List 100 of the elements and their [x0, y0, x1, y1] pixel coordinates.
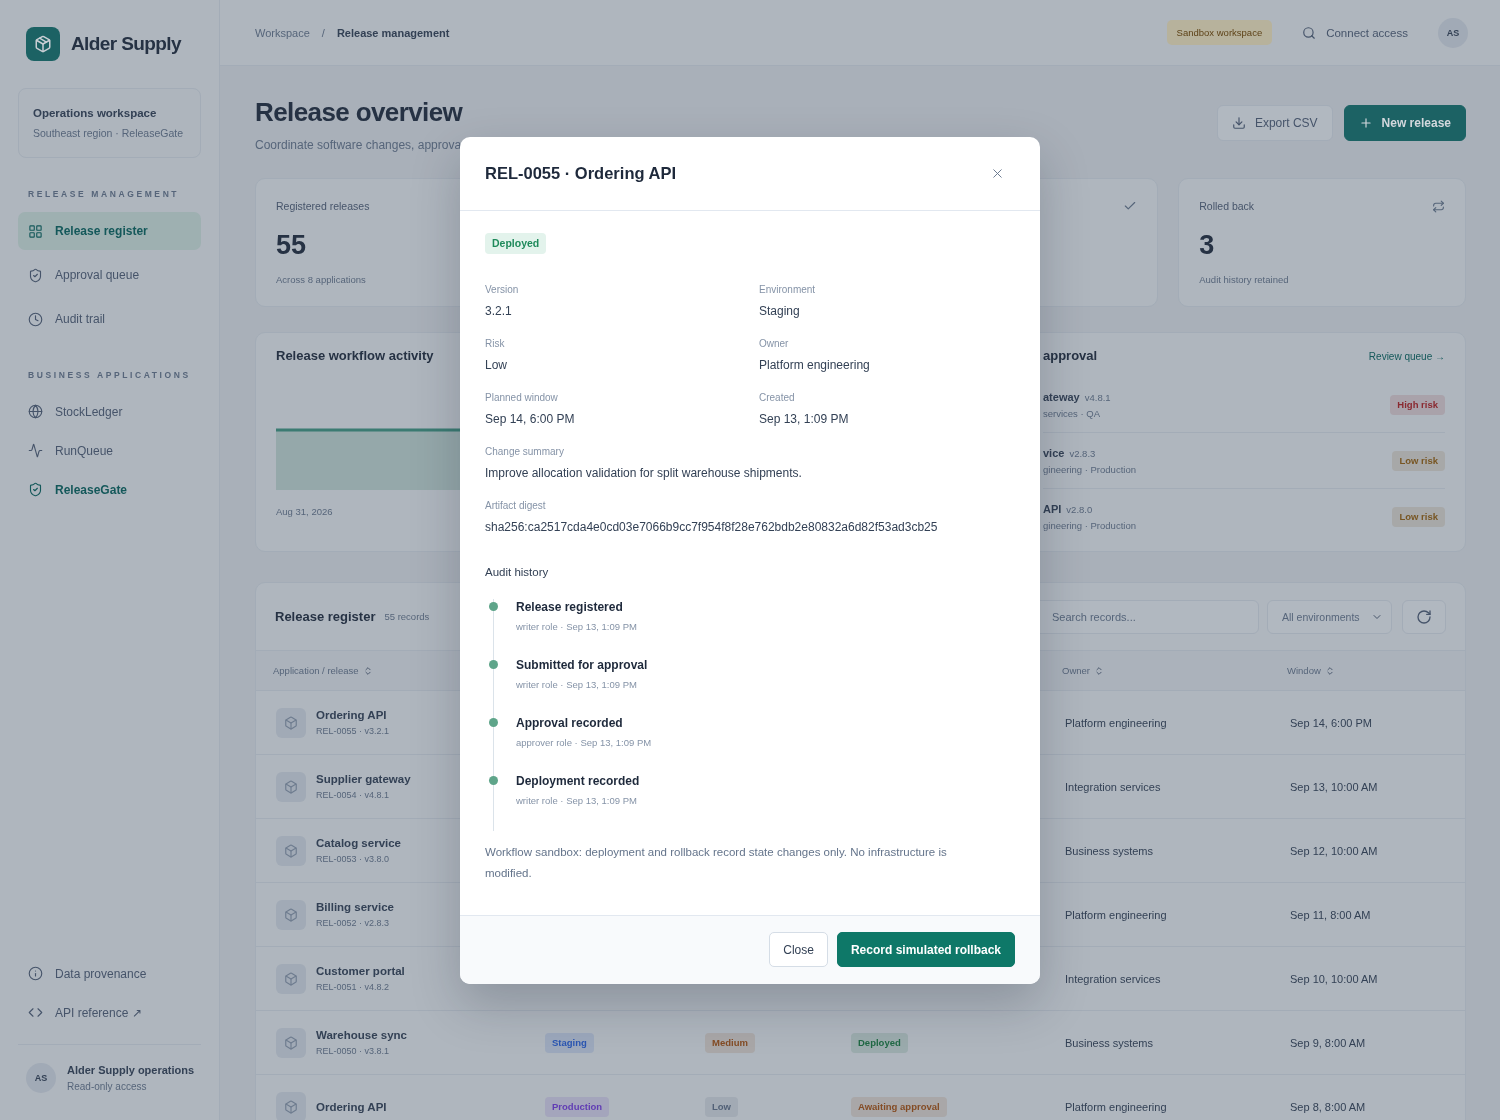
version-label: v4.8.1 — [1084, 390, 1111, 405]
event-meta: writer role · Sep 13, 1:09 PM — [516, 677, 637, 692]
field-value: Sep 13, 1:09 PM — [759, 410, 849, 427]
sort-icon — [1324, 665, 1335, 676]
sidebar-link[interactable]: Data provenance — [18, 957, 201, 990]
logo-icon — [26, 27, 60, 61]
field-label: Change summary — [485, 445, 564, 458]
field-value: Improve allocation validation for split warehouse shipments. — [485, 464, 802, 481]
app-name: Supplier gateway — [316, 772, 411, 786]
app-icon — [276, 899, 306, 930]
rollback-button[interactable]: Record simulated rollback — [836, 932, 1015, 967]
app-name: Catalog service — [316, 836, 401, 850]
sidebar-item-label: ReleaseGate — [55, 482, 128, 497]
clock-icon — [28, 311, 43, 327]
version-label: v2.8.0 — [1066, 503, 1093, 517]
stat-label: Rolled back — [1199, 199, 1255, 213]
sidebar-item[interactable]: Release register — [18, 212, 201, 250]
owner-cell: Business systems — [1065, 844, 1154, 857]
field-label: Risk — [485, 337, 505, 350]
check-icon — [1123, 199, 1138, 213]
shield-icon — [28, 482, 43, 497]
breadcrumb-link[interactable]: Workspace — [255, 26, 310, 39]
event-title: Deployment recorded — [516, 772, 640, 789]
stat-note: Audit history retained — [1199, 274, 1289, 286]
environment-select[interactable]: All environments — [1267, 599, 1392, 634]
workspace-card[interactable]: Operations workspace Southeast region · ReleaseGate — [18, 88, 201, 158]
column-header[interactable]: Window — [1287, 665, 1321, 676]
timeline-dot-icon — [488, 602, 498, 611]
status-badge: Deployed — [851, 1032, 908, 1053]
review-queue-link[interactable]: Review queue → — [1368, 350, 1445, 362]
approval-meta: gineering · Production — [1043, 520, 1136, 532]
avatar: AS — [26, 1063, 56, 1093]
field-value: Staging — [759, 302, 800, 319]
workspace-title: Operations workspace — [33, 106, 158, 120]
owner-cell: Platform engineering — [1065, 716, 1167, 729]
column-header[interactable]: Owner — [1062, 665, 1090, 676]
field-label: Environment — [759, 283, 816, 296]
field-value: Low — [485, 356, 507, 373]
window-cell: Sep 11, 8:00 AM — [1290, 908, 1371, 921]
record-count: 55 records — [384, 611, 430, 622]
window-cell: Sep 12, 10:00 AM — [1290, 844, 1378, 857]
approval-meta: services · QA — [1043, 407, 1100, 420]
sandbox-badge: Sandbox workspace — [1166, 20, 1273, 45]
sort-icon — [1094, 665, 1104, 676]
new-release-button[interactable]: New release — [1343, 105, 1466, 141]
event-title: Approval recorded — [516, 714, 623, 731]
app-name: Billing service — [316, 900, 394, 914]
close-button[interactable]: Close — [769, 932, 828, 967]
app-name: API — [1043, 502, 1062, 516]
globe-icon — [28, 404, 43, 419]
sidebar-link-label: Data provenance — [55, 966, 147, 981]
field-value: Sep 14, 6:00 PM — [485, 410, 575, 427]
search-icon — [1302, 25, 1317, 40]
sidebar-item-label: Audit trail — [55, 312, 106, 326]
release-id: REL-0053 · v3.8.0 — [316, 854, 391, 865]
section-heading: BUSINESS APPLICATIONS — [27, 369, 192, 381]
risk-badge: Low risk — [1392, 450, 1445, 471]
refresh-icon — [1416, 608, 1432, 625]
app-name: vice — [1043, 445, 1065, 460]
workspace-subtitle: Southeast region · ReleaseGate — [33, 127, 184, 140]
refresh-button[interactable] — [1402, 599, 1446, 634]
dialog-title: REL-0055 · Ordering API — [485, 163, 676, 183]
breadcrumb-separator: / — [321, 26, 325, 39]
column-header[interactable]: Application / release — [273, 665, 359, 676]
info-icon — [28, 966, 43, 981]
field-label: Artifact digest — [485, 499, 546, 512]
release-id: REL-0052 · v2.8.3 — [316, 918, 391, 929]
avatar[interactable]: AS — [1438, 17, 1468, 48]
panel-title: Release register — [275, 609, 376, 624]
sidebar-link[interactable]: API reference ↗ — [18, 996, 201, 1029]
sidebar-item[interactable]: Audit trail — [18, 300, 201, 338]
stat-value: 55 — [276, 229, 307, 261]
status-badge: Deployed — [485, 232, 547, 254]
export-button[interactable]: Export CSV — [1216, 105, 1333, 141]
app-name: Warehouse sync — [316, 1028, 407, 1042]
sidebar-item[interactable]: RunQueue — [18, 434, 201, 467]
breadcrumb-link[interactable]: Release management — [336, 26, 450, 39]
app-icon — [276, 707, 306, 738]
sidebar-item[interactable]: StockLedger — [18, 395, 201, 428]
window-cell: Sep 13, 10:00 AM — [1290, 780, 1378, 793]
owner-cell: Integration services — [1065, 972, 1161, 985]
stat-note: Across 8 applications — [276, 274, 366, 286]
timeline-dot-icon — [488, 776, 498, 785]
sidebar-item[interactable]: Approval queue — [18, 256, 201, 294]
release-id: REL-0055 · v3.2.1 — [316, 726, 390, 737]
sidebar-item-label: StockLedger — [55, 404, 123, 419]
section-title: Audit history — [485, 564, 549, 580]
field-value: 3.2.1 — [485, 302, 512, 319]
field-value: Platform engineering — [759, 356, 870, 373]
panel-title: Release workflow activity — [276, 348, 434, 364]
app-icon — [276, 835, 306, 866]
owner-cell: Business systems — [1065, 1036, 1154, 1049]
sidebar-item[interactable]: ReleaseGate — [18, 473, 201, 506]
release-id: REL-0054 · v4.8.1 — [316, 790, 391, 801]
plus-icon — [1358, 116, 1373, 130]
field-value: sha256:ca2517cda4e0cd03e7066b9cc7f954f8f28e762bdb2e80832a6d82f53ad3cb25 — [485, 518, 938, 535]
app-name: Ordering API — [316, 708, 388, 722]
app-name: Customer portal — [316, 964, 405, 978]
environment-badge: Production — [545, 1096, 610, 1117]
connect-access-link[interactable]: Connect access — [1326, 26, 1408, 39]
